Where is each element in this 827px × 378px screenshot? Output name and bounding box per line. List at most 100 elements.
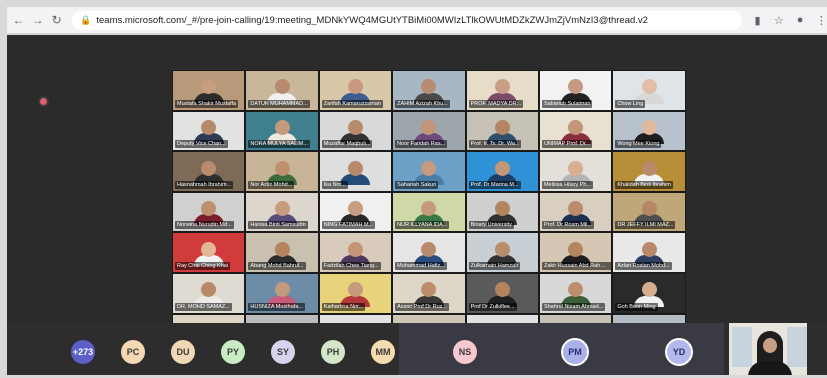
participant-name-label: Fadzilah Chee Tiang... [321, 261, 381, 270]
participant-tile[interactable]: Azlan Roslan Mohd... [612, 232, 686, 273]
reload-icon[interactable]: ↻ [49, 12, 64, 28]
participant-name-label: Prof. Ir. Ts. Dr. Wa... [468, 140, 522, 149]
back-icon[interactable]: ← [11, 12, 26, 28]
participant-tile[interactable]: Nor Azlin Mohd... [245, 151, 319, 192]
participant-face [347, 160, 363, 176]
participant-tile[interactable]: Prof Dr Zulkiflee... [465, 272, 539, 314]
participant-avatar[interactable]: PH [321, 340, 345, 364]
participant-tile[interactable]: DATUK MUHAMMAD... [245, 70, 319, 111]
participant-tile[interactable]: Melissa Hilary Ph... [538, 151, 613, 192]
participant-tile[interactable]: UNIMAP Prof. Dr... [538, 110, 613, 152]
participant-name-label: Azlan Roslan Mohd... [615, 261, 672, 270]
participant-tile[interactable]: Assoc Prof Dr Ruz... [392, 272, 466, 314]
participant-avatar[interactable]: MM [371, 340, 395, 364]
participant-tile[interactable]: Sahariah Sakuri [392, 151, 466, 192]
participant-tile[interactable]: Prof. Dr Rosm Mil... [538, 191, 613, 233]
participant-tile[interactable]: Chow Ling [612, 70, 686, 111]
participant-name-label: Ray Chai Ching Khai [175, 261, 231, 270]
participant-face [274, 160, 290, 176]
participant-tile[interactable]: Muzaffar Maqbuli... [318, 110, 393, 152]
participant-tile[interactable]: Noor Faridah Ras... [392, 110, 466, 152]
participant-face [274, 79, 290, 95]
participant-tile[interactable]: Hasnahmah Ibrahim... [172, 151, 246, 192]
participant-name-label: UNIMAP Prof. Dr... [541, 140, 592, 149]
participant-name-label: Norwina Nurudin Md... [175, 221, 234, 230]
participant-avatar[interactable]: SY [271, 340, 295, 364]
participant-avatar[interactable]: YD [665, 338, 693, 366]
window-background [787, 327, 807, 367]
participant-name-label: Abang Mohd Bahrul... [248, 261, 306, 270]
participant-face [274, 120, 290, 136]
participant-face [274, 241, 290, 257]
participant-name-label: Sahariah Sakuri [395, 180, 439, 189]
participant-tile[interactable]: Zulkarnain Hamzah [465, 232, 539, 273]
participant-tile[interactable]: Fadzilah Chee Tiang... [318, 232, 393, 273]
participant-avatar[interactable]: PC [121, 340, 145, 364]
participant-tile[interactable]: Hanisa Binti Samsudin [245, 191, 319, 233]
participant-name-label: HUSNIZA Musthafa... [248, 302, 305, 311]
participant-tile[interactable]: PROF. MADYA DR... [465, 70, 539, 111]
participant-tile[interactable]: Zarifah Kamaruzzaman [318, 70, 393, 111]
participant-tile[interactable]: Norwina Nurudin Md... [172, 191, 246, 233]
participant-face [568, 241, 584, 257]
participant-tile[interactable]: NUR ILLYANA IDA... [392, 191, 466, 233]
participant-face [494, 120, 510, 136]
participant-face [641, 201, 657, 217]
more-participants-button[interactable]: +273 [71, 340, 95, 364]
participant-avatar[interactable]: PY [221, 340, 245, 364]
address-bar[interactable]: 🔒 teams.microsoft.com/_#/pre-join-callin… [72, 10, 742, 30]
url-text: teams.microsoft.com/_#/pre-join-calling/… [96, 14, 648, 26]
participant-name-label: Nor Azlin Mohd... [248, 180, 295, 189]
profile-icon[interactable]: ● [794, 14, 805, 26]
participant-tile[interactable]: Zakir Hussain Abd Rahman [538, 232, 613, 273]
participant-name-label: NING FATIMAH M... [321, 221, 376, 230]
participant-tile[interactable]: Khalidah Binti Ibrahim [612, 151, 686, 192]
self-face [763, 338, 777, 353]
participant-tile[interactable]: Kaihartina Nor... [318, 272, 393, 314]
participant-name-label: Hasnahmah Ibrahim... [175, 180, 234, 189]
participant-tile[interactable]: Prof. Dr Marina M... [465, 151, 539, 192]
participant-avatar[interactable]: NS [453, 340, 477, 364]
participant-tile[interactable]: Abang Mohd Bahrul... [245, 232, 319, 273]
participant-tile[interactable]: ZAHIM Azizah Khu... [392, 70, 466, 111]
participant-name-label: Melissa Hilary Ph... [541, 180, 594, 189]
participant-tile[interactable]: Wong Mee Kiong [612, 110, 686, 152]
more-menu-icon[interactable]: ⋮ [816, 14, 827, 27]
participant-face [274, 282, 290, 298]
participant-tile[interactable]: DR. MOHD SAMAZ... [172, 272, 246, 314]
participant-tile[interactable]: HUSNIZA Musthafa... [245, 272, 319, 314]
forward-icon[interactable]: → [30, 12, 45, 28]
participant-tile[interactable]: Deputy Vice Chan... [172, 110, 246, 152]
participant-tile[interactable]: NORA MULYA SALIM... [245, 110, 319, 152]
screen: ← → ↻ 🔒 teams.microsoft.com/_#/pre-join-… [0, 0, 827, 378]
participant-tile[interactable]: Ray Chai Ching Khai [172, 232, 246, 273]
star-icon[interactable]: ☆ [773, 14, 784, 27]
participant-name-label: Prof Dr Zulkiflee... [468, 302, 517, 311]
participant-tile[interactable]: Goh Boon Ming [612, 272, 686, 314]
participant-name-label: Goh Boon Ming [615, 302, 658, 311]
participant-tile[interactable]: Prof. Ir. Ts. Dr. Wa... [465, 110, 539, 152]
participant-face [201, 160, 217, 176]
participant-tile[interactable]: Shahrul Nizam Ahmad... [538, 272, 613, 314]
participant-avatar[interactable]: PM [561, 338, 589, 366]
participant-tile[interactable]: Sabariah Sulaiman [538, 70, 613, 111]
recording-indicator [38, 96, 49, 107]
window-background [732, 327, 752, 367]
participant-name-label: Mustafa Shakir Mustaffa [175, 99, 239, 108]
participant-tile[interactable]: DR JEFFY ILMI MAZ... [612, 191, 686, 233]
participant-face [347, 120, 363, 136]
participant-avatar[interactable]: DU [171, 340, 195, 364]
participant-name-label: Sabariah Sulaiman [541, 99, 593, 108]
participant-face [421, 160, 437, 176]
participant-tile[interactable]: NING FATIMAH M... [318, 191, 393, 233]
participant-tile[interactable]: Binary University [465, 191, 539, 233]
browser-toolbar: ← → ↻ 🔒 teams.microsoft.com/_#/pre-join-… [7, 7, 827, 34]
participant-tile[interactable]: Muhammad Hafiz... [392, 232, 466, 273]
participant-tile[interactable]: Ika Nor... [318, 151, 393, 192]
camera-icon[interactable]: ▮ [752, 14, 763, 27]
participant-tile[interactable]: Mustafa Shakir Mustaffa [172, 70, 246, 111]
participant-name-label: DATUK MUHAMMAD... [248, 99, 310, 108]
self-video-preview[interactable] [729, 323, 807, 375]
participant-face [201, 241, 217, 257]
participant-name-label: Zulkarnain Hamzah [468, 261, 521, 270]
